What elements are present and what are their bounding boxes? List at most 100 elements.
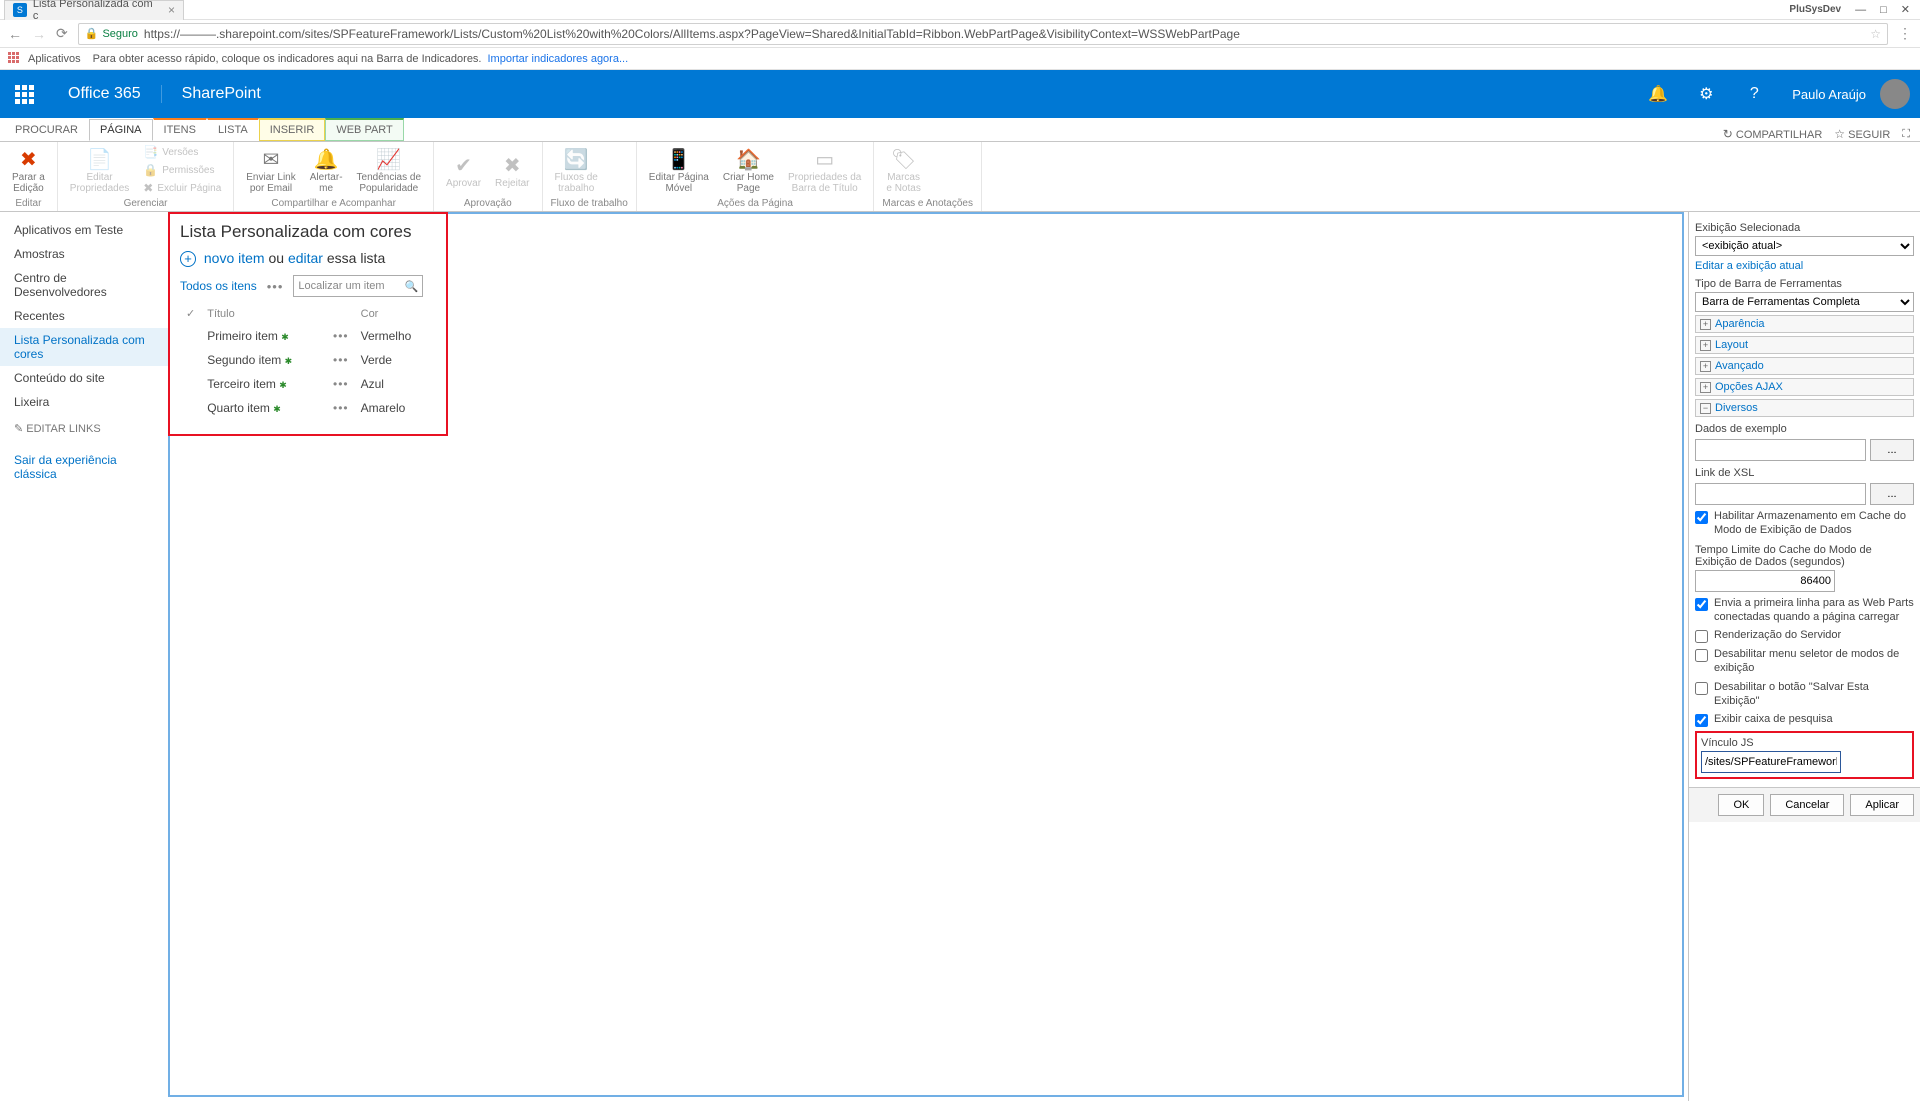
email-link-button[interactable]: ✉Enviar Link por Email	[242, 144, 299, 198]
secure-label: Seguro	[102, 28, 137, 40]
acc-aparencia[interactable]: +Aparência	[1695, 315, 1914, 333]
first-row-checkbox[interactable]	[1695, 598, 1708, 611]
search-input[interactable]: Localizar um item 🔍	[293, 275, 423, 297]
tab-webpart[interactable]: WEB PART	[325, 118, 403, 141]
avatar[interactable]	[1880, 79, 1910, 109]
user-name[interactable]: Paulo Araújo	[1778, 87, 1880, 102]
nav-centro[interactable]: Centro de Desenvolvedores	[0, 266, 168, 304]
edit-view-link[interactable]: Editar a exibição atual	[1695, 260, 1914, 272]
xsl-browse-button[interactable]: ...	[1870, 483, 1914, 505]
tags-notes-button[interactable]: 🏷Marcas e Notas	[882, 144, 924, 198]
item-menu-icon[interactable]: •••	[333, 329, 349, 343]
nav-amostras[interactable]: Amostras	[0, 242, 168, 266]
search-icon[interactable]: 🔍	[405, 280, 419, 293]
versions-button[interactable]: 📑Versões	[139, 144, 225, 161]
edit-properties-button[interactable]: 📄Editar Propriedades	[66, 144, 133, 198]
permissions-icon: 🔒	[143, 164, 158, 177]
suite-bar: Office 365 SharePoint 🔔 ⚙ ? Paulo Araújo	[0, 70, 1920, 118]
cancel-button[interactable]: Cancelar	[1770, 794, 1844, 816]
all-items-view[interactable]: Todos os itens	[180, 279, 257, 293]
tab-inserir[interactable]: INSERIR	[259, 118, 326, 141]
tab-pagina[interactable]: PÁGINA	[89, 119, 153, 141]
list-table: ✓TítuloCor Primeiro item ✱•••Vermelho Se…	[180, 303, 436, 420]
stop-editing-button[interactable]: ✖Parar a Edição	[8, 144, 49, 198]
cache-timeout-input[interactable]	[1695, 570, 1835, 592]
ok-button[interactable]: OK	[1718, 794, 1764, 816]
window-maximize-icon[interactable]: □	[1880, 4, 1887, 16]
acc-layout[interactable]: +Layout	[1695, 336, 1914, 354]
nav-lixeira[interactable]: Lixeira	[0, 390, 168, 414]
table-row[interactable]: Segundo item ✱•••Verde	[180, 348, 436, 372]
focus-icon[interactable]: ⛶	[1902, 128, 1910, 141]
table-row[interactable]: Quarto item ✱•••Amarelo	[180, 396, 436, 420]
tab-procurar[interactable]: PROCURAR	[4, 119, 89, 141]
reject-button[interactable]: ✖Rejeitar	[491, 144, 533, 198]
sample-data-input[interactable]	[1695, 439, 1866, 461]
workflows-button[interactable]: 🔄Fluxos de trabalho	[551, 144, 602, 198]
item-menu-icon[interactable]: •••	[333, 401, 349, 415]
close-tab-icon[interactable]: ×	[168, 3, 175, 17]
apps-icon[interactable]	[8, 52, 22, 66]
new-item-row: + novo item ou editar essa lista	[180, 250, 436, 267]
toolbar-type-select[interactable]: Barra de Ferramentas Completa	[1695, 292, 1914, 312]
nav-conteudo[interactable]: Conteúdo do site	[0, 366, 168, 390]
acc-diversos[interactable]: −Diversos	[1695, 399, 1914, 417]
server-render-checkbox[interactable]	[1695, 630, 1708, 643]
xsl-link-input[interactable]	[1695, 483, 1866, 505]
window-close-icon[interactable]: ✕	[1901, 3, 1910, 16]
edit-links-button[interactable]: ✎ EDITAR LINKS	[0, 414, 168, 443]
import-bookmarks-link[interactable]: Importar indicadores agora...	[488, 53, 629, 65]
disable-saveview-checkbox[interactable]	[1695, 682, 1708, 695]
expand-icon: +	[1700, 382, 1711, 393]
notifications-icon[interactable]: 🔔	[1634, 70, 1682, 118]
bookmark-star-icon[interactable]: ☆	[1870, 27, 1881, 41]
nav-lista-cores[interactable]: Lista Personalizada com cores	[0, 328, 168, 366]
app-label[interactable]: SharePoint	[162, 85, 281, 103]
app-launcher-icon[interactable]	[0, 70, 48, 118]
permissions-button[interactable]: 🔒Permissões	[139, 162, 225, 179]
edit-list-link[interactable]: editar	[288, 250, 323, 266]
settings-gear-icon[interactable]: ⚙	[1682, 70, 1730, 118]
disable-view-menu-checkbox[interactable]	[1695, 649, 1708, 662]
alert-me-button[interactable]: 🔔Alertar- me	[306, 144, 347, 198]
apply-button[interactable]: Aplicar	[1850, 794, 1914, 816]
forward-icon[interactable]: →	[32, 26, 46, 42]
new-item-link[interactable]: novo item	[204, 250, 265, 266]
nav-aplicativos[interactable]: Aplicativos em Teste	[0, 218, 168, 242]
acc-ajax[interactable]: +Opções AJAX	[1695, 378, 1914, 396]
chrome-menu-icon[interactable]: ⋮	[1898, 25, 1912, 42]
browser-tab[interactable]: S Lista Personalizada com c ×	[4, 0, 184, 20]
selected-view-select[interactable]: <exibição atual>	[1695, 236, 1914, 256]
acc-avancado[interactable]: +Avançado	[1695, 357, 1914, 375]
o365-label[interactable]: Office 365	[48, 85, 162, 103]
delete-page-button[interactable]: ✖Excluir Página	[139, 180, 225, 197]
titlebar-props-button[interactable]: ▭Propriedades da Barra de Título	[784, 144, 865, 198]
item-menu-icon[interactable]: •••	[333, 377, 349, 391]
apps-label[interactable]: Aplicativos	[28, 53, 81, 65]
window-minimize-icon[interactable]: —	[1855, 4, 1866, 16]
cache-checkbox[interactable]	[1695, 511, 1708, 524]
item-menu-icon[interactable]: •••	[333, 353, 349, 367]
view-menu-icon[interactable]: •••	[267, 279, 284, 294]
exit-classic-link[interactable]: Sair da experiência clássica	[0, 443, 168, 491]
sample-data-browse-button[interactable]: ...	[1870, 439, 1914, 461]
reload-icon[interactable]: ⟳	[56, 25, 68, 42]
jslink-input[interactable]	[1701, 751, 1841, 773]
edit-mobile-button[interactable]: 📱Editar Página Móvel	[645, 144, 713, 198]
back-icon[interactable]: ←	[8, 26, 22, 42]
plus-icon[interactable]: +	[180, 251, 196, 267]
tab-itens[interactable]: ITENS	[153, 118, 207, 141]
share-button[interactable]: ↻ COMPARTILHAR	[1723, 127, 1823, 141]
popularity-button[interactable]: 📈Tendências de Popularidade	[353, 144, 426, 198]
show-search-checkbox[interactable]	[1695, 714, 1708, 727]
make-homepage-button[interactable]: 🏠Criar Home Page	[719, 144, 778, 198]
url-field[interactable]: 🔒 Seguro https://———.sharepoint.com/site…	[78, 23, 1888, 45]
help-icon[interactable]: ?	[1730, 70, 1778, 118]
table-row[interactable]: Terceiro item ✱•••Azul	[180, 372, 436, 396]
tab-lista[interactable]: LISTA	[207, 118, 259, 141]
table-row[interactable]: Primeiro item ✱•••Vermelho	[180, 324, 436, 348]
nav-recentes[interactable]: Recentes	[0, 304, 168, 328]
approve-button[interactable]: ✔Aprovar	[442, 144, 485, 198]
webpart-zone[interactable]: Lista Personalizada com cores + novo ite…	[168, 212, 1684, 1097]
follow-button[interactable]: ☆ SEGUIR	[1834, 127, 1890, 141]
